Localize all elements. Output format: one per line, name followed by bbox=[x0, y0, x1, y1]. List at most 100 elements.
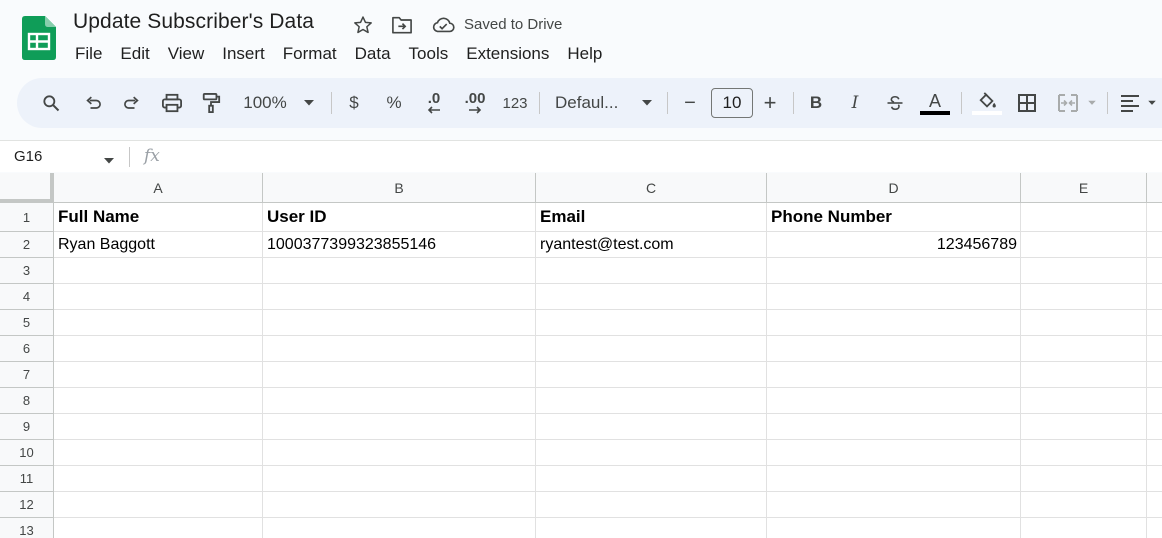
cloud-saved-icon[interactable] bbox=[431, 13, 455, 37]
fill-color-button[interactable] bbox=[971, 78, 1003, 128]
cell-a7[interactable] bbox=[54, 362, 263, 388]
cell-b7[interactable] bbox=[263, 362, 536, 388]
row-header-9[interactable]: 9 bbox=[0, 414, 54, 440]
cell-c6[interactable] bbox=[536, 336, 767, 362]
row-header-7[interactable]: 7 bbox=[0, 362, 54, 388]
cell-c2[interactable]: ryantest@test.com bbox=[536, 232, 767, 258]
redo-icon[interactable] bbox=[118, 78, 146, 128]
cell-c5[interactable] bbox=[536, 310, 767, 336]
row-header-4[interactable]: 4 bbox=[0, 284, 54, 310]
font-dropdown-icon[interactable] bbox=[639, 78, 655, 128]
cell-f6[interactable] bbox=[1147, 336, 1162, 362]
paint-format-icon[interactable] bbox=[197, 78, 225, 128]
strikethrough-icon[interactable] bbox=[883, 78, 907, 128]
row-header-11[interactable]: 11 bbox=[0, 466, 54, 492]
cell-b2[interactable]: 100037739932385​5146 bbox=[263, 232, 536, 258]
bold-button[interactable]: B bbox=[805, 78, 827, 128]
cell-b5[interactable] bbox=[263, 310, 536, 336]
column-header-c[interactable]: C bbox=[536, 173, 767, 203]
menu-tools[interactable]: Tools bbox=[400, 43, 458, 65]
cell-f13[interactable] bbox=[1147, 518, 1162, 538]
print-icon[interactable] bbox=[158, 78, 186, 128]
cell-d3[interactable] bbox=[767, 258, 1021, 284]
cell-e10[interactable] bbox=[1021, 440, 1147, 466]
borders-icon[interactable] bbox=[1014, 78, 1040, 128]
cell-c7[interactable] bbox=[536, 362, 767, 388]
row-header-10[interactable]: 10 bbox=[0, 440, 54, 466]
cell-c8[interactable] bbox=[536, 388, 767, 414]
menu-extensions[interactable]: Extensions bbox=[457, 43, 558, 65]
column-header-e[interactable]: E bbox=[1021, 173, 1147, 203]
select-all-corner[interactable] bbox=[0, 173, 54, 203]
cell-d11[interactable] bbox=[767, 466, 1021, 492]
cell-f8[interactable] bbox=[1147, 388, 1162, 414]
cell-c10[interactable] bbox=[536, 440, 767, 466]
cell-b4[interactable] bbox=[263, 284, 536, 310]
cell-d7[interactable] bbox=[767, 362, 1021, 388]
cell-a9[interactable] bbox=[54, 414, 263, 440]
cell-f12[interactable] bbox=[1147, 492, 1162, 518]
cell-e13[interactable] bbox=[1021, 518, 1147, 538]
menu-format[interactable]: Format bbox=[274, 43, 346, 65]
cell-c13[interactable] bbox=[536, 518, 767, 538]
cell-e8[interactable] bbox=[1021, 388, 1147, 414]
menu-edit[interactable]: Edit bbox=[111, 43, 158, 65]
move-folder-icon[interactable] bbox=[390, 13, 414, 37]
cell-a12[interactable] bbox=[54, 492, 263, 518]
cell-a6[interactable] bbox=[54, 336, 263, 362]
cell-a1[interactable]: Full Name bbox=[54, 203, 263, 232]
cell-e1[interactable] bbox=[1021, 203, 1147, 232]
decrease-font-size-button[interactable]: − bbox=[679, 78, 701, 128]
cell-d2[interactable]: 123456789 bbox=[767, 232, 1021, 258]
cell-d5[interactable] bbox=[767, 310, 1021, 336]
column-header-d[interactable]: D bbox=[767, 173, 1021, 203]
cell-d9[interactable] bbox=[767, 414, 1021, 440]
row-header-1[interactable]: 1 bbox=[0, 203, 54, 232]
star-icon[interactable] bbox=[351, 13, 375, 37]
document-title[interactable]: Update Subscriber's Data bbox=[73, 10, 314, 34]
cell-d10[interactable] bbox=[767, 440, 1021, 466]
cell-b8[interactable] bbox=[263, 388, 536, 414]
cell-f4[interactable] bbox=[1147, 284, 1162, 310]
cell-e2[interactable] bbox=[1021, 232, 1147, 258]
cell-d12[interactable] bbox=[767, 492, 1021, 518]
cell-a3[interactable] bbox=[54, 258, 263, 284]
cell-e6[interactable] bbox=[1021, 336, 1147, 362]
cell-a2[interactable]: Ryan Baggott bbox=[54, 232, 263, 258]
cell-e4[interactable] bbox=[1021, 284, 1147, 310]
column-header-b[interactable]: B bbox=[263, 173, 536, 203]
cell-c4[interactable] bbox=[536, 284, 767, 310]
row-header-8[interactable]: 8 bbox=[0, 388, 54, 414]
cell-b3[interactable] bbox=[263, 258, 536, 284]
decrease-decimal-button[interactable]: .0 bbox=[421, 78, 447, 128]
row-header-6[interactable]: 6 bbox=[0, 336, 54, 362]
row-header-2[interactable]: 2 bbox=[0, 232, 54, 258]
cell-e12[interactable] bbox=[1021, 492, 1147, 518]
cell-f2[interactable] bbox=[1147, 232, 1162, 258]
name-box-dropdown-icon[interactable] bbox=[103, 152, 115, 170]
row-header-3[interactable]: 3 bbox=[0, 258, 54, 284]
align-dropdown-icon[interactable] bbox=[1145, 78, 1159, 128]
cell-b9[interactable] bbox=[263, 414, 536, 440]
cell-d6[interactable] bbox=[767, 336, 1021, 362]
cell-c12[interactable] bbox=[536, 492, 767, 518]
increase-font-size-button[interactable]: + bbox=[759, 78, 781, 128]
row-header-13[interactable]: 13 bbox=[0, 518, 54, 538]
cell-a5[interactable] bbox=[54, 310, 263, 336]
increase-decimal-button[interactable]: .00 bbox=[459, 78, 491, 128]
cell-a10[interactable] bbox=[54, 440, 263, 466]
percent-format-button[interactable]: % bbox=[383, 78, 405, 128]
cell-b11[interactable] bbox=[263, 466, 536, 492]
menu-help[interactable]: Help bbox=[558, 43, 611, 65]
cell-f10[interactable] bbox=[1147, 440, 1162, 466]
font-select[interactable]: Defaul... bbox=[555, 78, 629, 128]
cell-e3[interactable] bbox=[1021, 258, 1147, 284]
name-box[interactable]: G16 bbox=[14, 148, 42, 165]
cell-c1[interactable]: Email bbox=[536, 203, 767, 232]
menu-file[interactable]: File bbox=[66, 43, 111, 65]
cell-d4[interactable] bbox=[767, 284, 1021, 310]
cell-f3[interactable] bbox=[1147, 258, 1162, 284]
cell-d8[interactable] bbox=[767, 388, 1021, 414]
cell-c3[interactable] bbox=[536, 258, 767, 284]
sheets-logo-icon[interactable] bbox=[22, 16, 56, 60]
